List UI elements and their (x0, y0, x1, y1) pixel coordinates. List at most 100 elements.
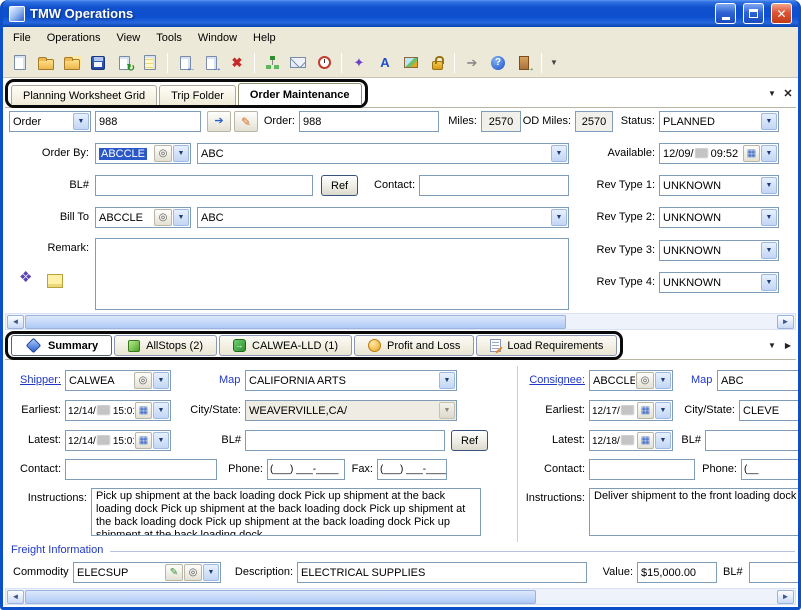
shipper-contact-input[interactable] (65, 459, 217, 480)
chevron-down-icon[interactable]: ▼ (761, 113, 777, 130)
shipper-phone-input[interactable]: (___) ___-____ (267, 459, 345, 480)
save-icon[interactable] (86, 51, 110, 75)
pointer-icon[interactable]: ➔ (460, 51, 484, 75)
consignee-bl-input[interactable] (705, 430, 798, 451)
import-icon[interactable]: ← (173, 51, 197, 75)
calendar-icon[interactable]: ▦ (135, 432, 152, 449)
freight-bl-input[interactable] (749, 562, 798, 583)
menu-operations[interactable]: Operations (39, 29, 109, 47)
lookup-icon[interactable]: ◎ (134, 372, 152, 389)
maximize-button[interactable] (743, 3, 764, 24)
scrollbar-track[interactable] (25, 590, 776, 604)
tab-allstops[interactable]: AllStops (2) (114, 335, 217, 356)
description-input[interactable]: ELECTRICAL SUPPLIES (297, 562, 587, 583)
chevron-down-icon[interactable]: ▼ (153, 432, 169, 449)
lock-icon[interactable] (425, 51, 449, 75)
shipper-combo[interactable]: CALWEA ◎ ▼ (65, 370, 171, 391)
chevron-down-icon[interactable]: ▼ (761, 177, 777, 194)
tab-load-requirements[interactable]: Load Requirements (476, 335, 617, 356)
menu-window[interactable]: Window (190, 29, 245, 47)
calendar-icon[interactable]: ▦ (637, 432, 654, 449)
new-icon[interactable] (8, 51, 32, 75)
font-icon[interactable]: A (373, 51, 397, 75)
shipper-map-link[interactable]: Map (219, 370, 240, 391)
rev-type4-combo[interactable]: UNKNOWN ▼ (659, 272, 779, 293)
consignee-instructions-textarea[interactable]: Deliver shipment to the front loading do… (589, 488, 798, 536)
chevron-down-icon[interactable]: ▼ (153, 402, 169, 419)
menu-file[interactable]: File (5, 29, 39, 47)
shipper-instructions-textarea[interactable]: Pick up shipment at the back loading doc… (91, 488, 481, 536)
stamp-icon[interactable]: ❖ (19, 270, 32, 285)
search-type-combo[interactable]: Order ▼ (9, 111, 91, 132)
edit-commodity-icon[interactable]: ✎ (165, 564, 183, 581)
status-combo[interactable]: PLANNED ▼ (659, 111, 779, 132)
contact-input[interactable] (419, 175, 569, 196)
tree-view-icon[interactable] (260, 51, 284, 75)
tab-trip-folder[interactable]: Trip Folder (159, 85, 236, 105)
bill-to-name-combo[interactable]: ABC ▼ (197, 207, 569, 228)
freight-section-title[interactable]: Freight Information (11, 544, 103, 556)
chevron-down-icon[interactable]: ▼ (203, 564, 219, 581)
rev-type1-combo[interactable]: UNKNOWN ▼ (659, 175, 779, 196)
close-tab-icon[interactable]: ✕ (780, 86, 796, 102)
order-number-field[interactable]: 988 (299, 111, 439, 132)
upper-horizontal-scrollbar[interactable]: ◄ ► (5, 313, 796, 330)
calendar-icon[interactable]: ▦ (637, 402, 654, 419)
chevron-down-icon[interactable]: ▼ (761, 209, 777, 226)
chevron-down-icon[interactable]: ▼ (655, 432, 671, 449)
calendar-icon[interactable]: ▦ (135, 402, 152, 419)
minimize-button[interactable] (715, 3, 736, 24)
open-folder-icon[interactable] (34, 51, 58, 75)
menu-tools[interactable]: Tools (148, 29, 190, 47)
bl-number-input[interactable] (95, 175, 313, 196)
shipper-link[interactable]: Shipper: (11, 370, 61, 391)
scrollbar-thumb[interactable] (25, 590, 536, 604)
rev-type3-combo[interactable]: UNKNOWN ▼ (659, 240, 779, 261)
consignee-name-combo[interactable]: ABC (717, 370, 798, 391)
shipper-name-combo[interactable]: CALIFORNIA ARTS ▼ (245, 370, 457, 391)
chevron-down-icon[interactable]: ▼ (761, 242, 777, 259)
mail-icon[interactable] (286, 51, 310, 75)
close-button[interactable]: ✕ (771, 3, 792, 24)
consignee-link[interactable]: Consignee: (517, 370, 585, 391)
tab-order-maintenance[interactable]: Order Maintenance (238, 83, 362, 105)
lower-horizontal-scrollbar[interactable]: ◄ ► (5, 588, 796, 605)
delete-icon[interactable]: ✖ (225, 51, 249, 75)
tab-summary[interactable]: Summary (11, 335, 112, 356)
chevron-down-icon[interactable]: ▼ (761, 274, 777, 291)
order-by-name-combo[interactable]: ABC ▼ (197, 143, 569, 164)
search-input[interactable]: 988 (95, 111, 201, 132)
chevron-down-icon[interactable]: ▼ (764, 86, 780, 102)
shipper-earliest-date[interactable]: 12/14/15:01 ▦ ▼ (65, 400, 171, 421)
lookup-icon[interactable]: ◎ (154, 209, 172, 226)
lookup-icon[interactable]: ◎ (636, 372, 654, 389)
consignee-city-state-combo[interactable]: CLEVE (739, 400, 798, 421)
menu-help[interactable]: Help (245, 29, 284, 47)
lookup-icon[interactable]: ◎ (154, 145, 172, 162)
scrollbar-thumb[interactable] (25, 315, 566, 329)
export-icon[interactable]: → (199, 51, 223, 75)
scroll-left-icon[interactable]: ◄ (7, 315, 24, 329)
chevron-down-icon[interactable]: ▼ (764, 338, 780, 354)
chevron-down-icon[interactable]: ▼ (173, 209, 189, 226)
consignee-phone-input[interactable]: (__ (741, 459, 798, 480)
calendar-icon[interactable]: ▦ (743, 145, 760, 162)
scroll-right-icon[interactable]: ► (777, 315, 794, 329)
next-tab-icon[interactable]: ▶ (780, 338, 796, 354)
rev-type2-combo[interactable]: UNKNOWN ▼ (659, 207, 779, 228)
chevron-down-icon[interactable]: ▼ (173, 145, 189, 162)
consignee-contact-input[interactable] (589, 459, 695, 480)
bill-to-combo[interactable]: ABCCLE ◎ ▼ (95, 207, 191, 228)
commodity-combo[interactable]: ELECSUP ✎ ◎ ▼ (73, 562, 221, 583)
shipper-bl-input[interactable] (245, 430, 445, 451)
wizard-icon[interactable]: ✦ (347, 51, 371, 75)
shipper-fax-input[interactable]: (___) ___-____ (377, 459, 447, 480)
scroll-left-icon[interactable]: ◄ (7, 590, 24, 604)
shipper-ref-button[interactable]: Ref (451, 430, 488, 451)
chevron-down-icon[interactable]: ▼ (153, 372, 169, 389)
chevron-down-icon[interactable]: ▼ (73, 113, 89, 130)
consignee-latest-date[interactable]: 12/18/01:59 ▦ ▼ (589, 430, 673, 451)
exit-icon[interactable]: → (512, 51, 536, 75)
chevron-down-icon[interactable]: ▼ (439, 372, 455, 389)
clock-icon[interactable] (312, 51, 336, 75)
